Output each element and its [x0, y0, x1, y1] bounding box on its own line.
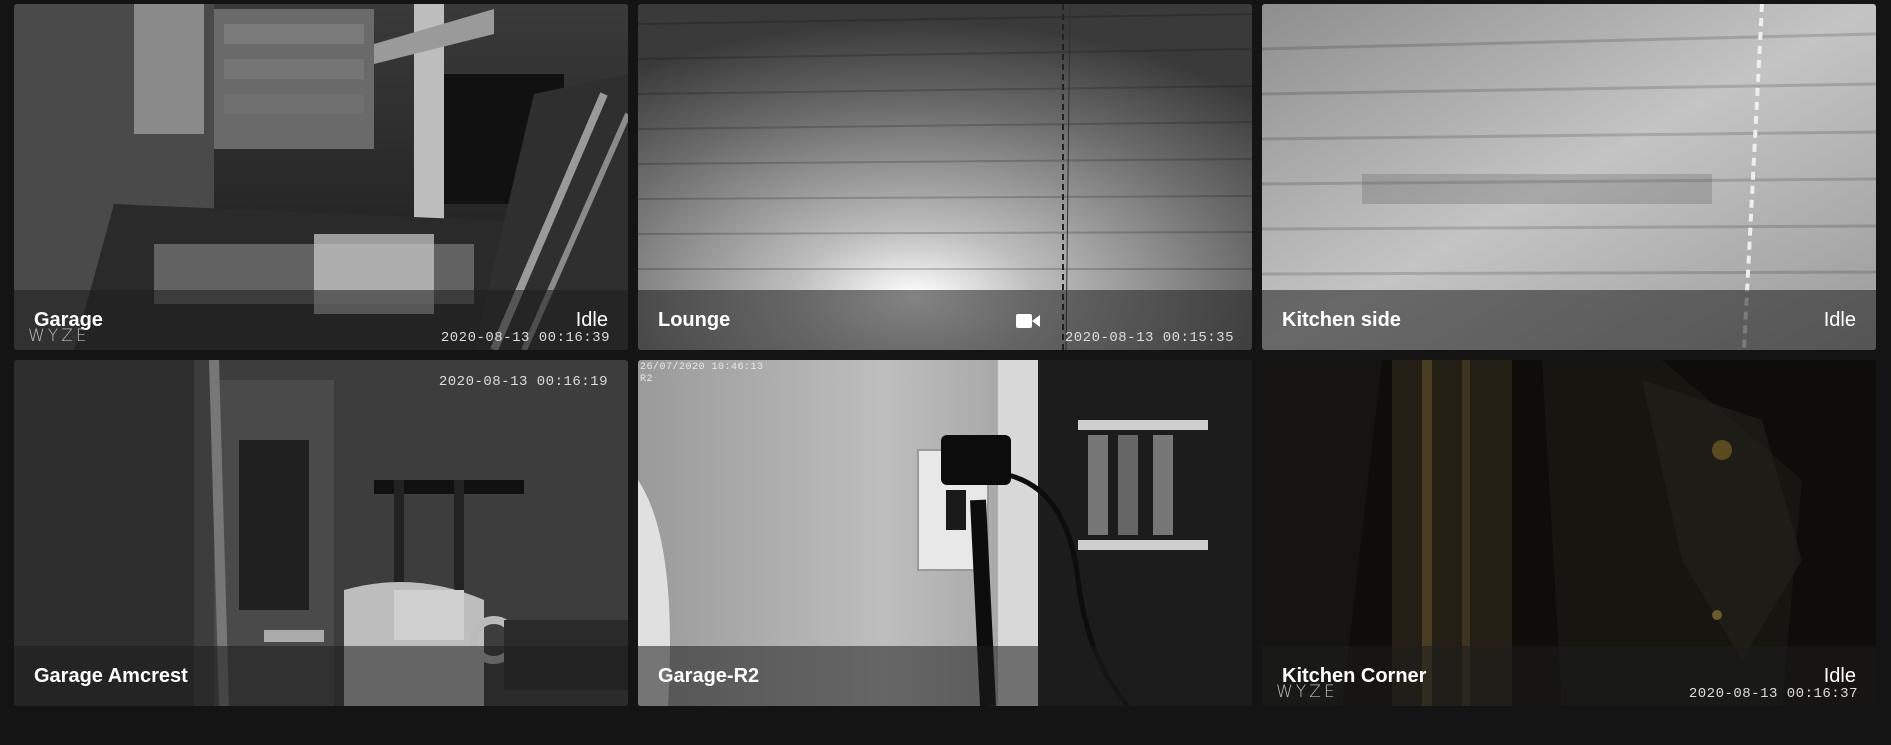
camera-timestamp: 2020-08-13 00:16:39: [440, 330, 610, 346]
camera-grid: Garage Idle 2020-08-13 00:16:39 WYZE Lou…: [14, 4, 1879, 709]
camera-name: Garage Amcrest: [34, 665, 188, 687]
camera-tile-lounge[interactable]: Lounge 2020-08-13 00:15:35: [638, 4, 1252, 350]
camera-name: Garage-R2: [658, 665, 760, 687]
camera-name: Lounge: [658, 309, 731, 331]
camera-timestamp: 2020-08-13 00:16:37: [1688, 686, 1858, 702]
camera-tile-kitchen-corner[interactable]: Kitchen Corner Idle 2020-08-13 00:16:37 …: [1262, 360, 1876, 706]
camera-tile-kitchen-side[interactable]: Kitchen side Idle: [1262, 4, 1876, 350]
camera-tile-garage-r2[interactable]: 26/07/2020 10:46:13 R2 Garage-R2: [638, 360, 1252, 706]
video-camera-icon: [1015, 312, 1041, 330]
camera-osd-text: 26/07/2020 10:46:13 R2: [640, 362, 764, 386]
camera-name: Kitchen side: [1282, 309, 1401, 331]
camera-status: Idle: [1823, 665, 1856, 687]
camera-timestamp: 2020-08-13 00:16:19: [438, 374, 608, 390]
wyze-watermark: WYZE: [1276, 682, 1338, 702]
camera-status: Idle: [1823, 309, 1856, 331]
osd-date: 26/07/2020 10:46:13: [640, 362, 764, 373]
camera-tile-garage[interactable]: Garage Idle 2020-08-13 00:16:39 WYZE: [14, 4, 628, 350]
osd-label: R2: [640, 374, 654, 385]
camera-status: Idle: [575, 309, 608, 331]
wyze-watermark: WYZE: [28, 326, 90, 346]
camera-tile-garage-amcrest[interactable]: Garage Amcrest 2020-08-13 00:16:19: [14, 360, 628, 706]
camera-timestamp: 2020-08-13 00:15:35: [1064, 330, 1234, 346]
